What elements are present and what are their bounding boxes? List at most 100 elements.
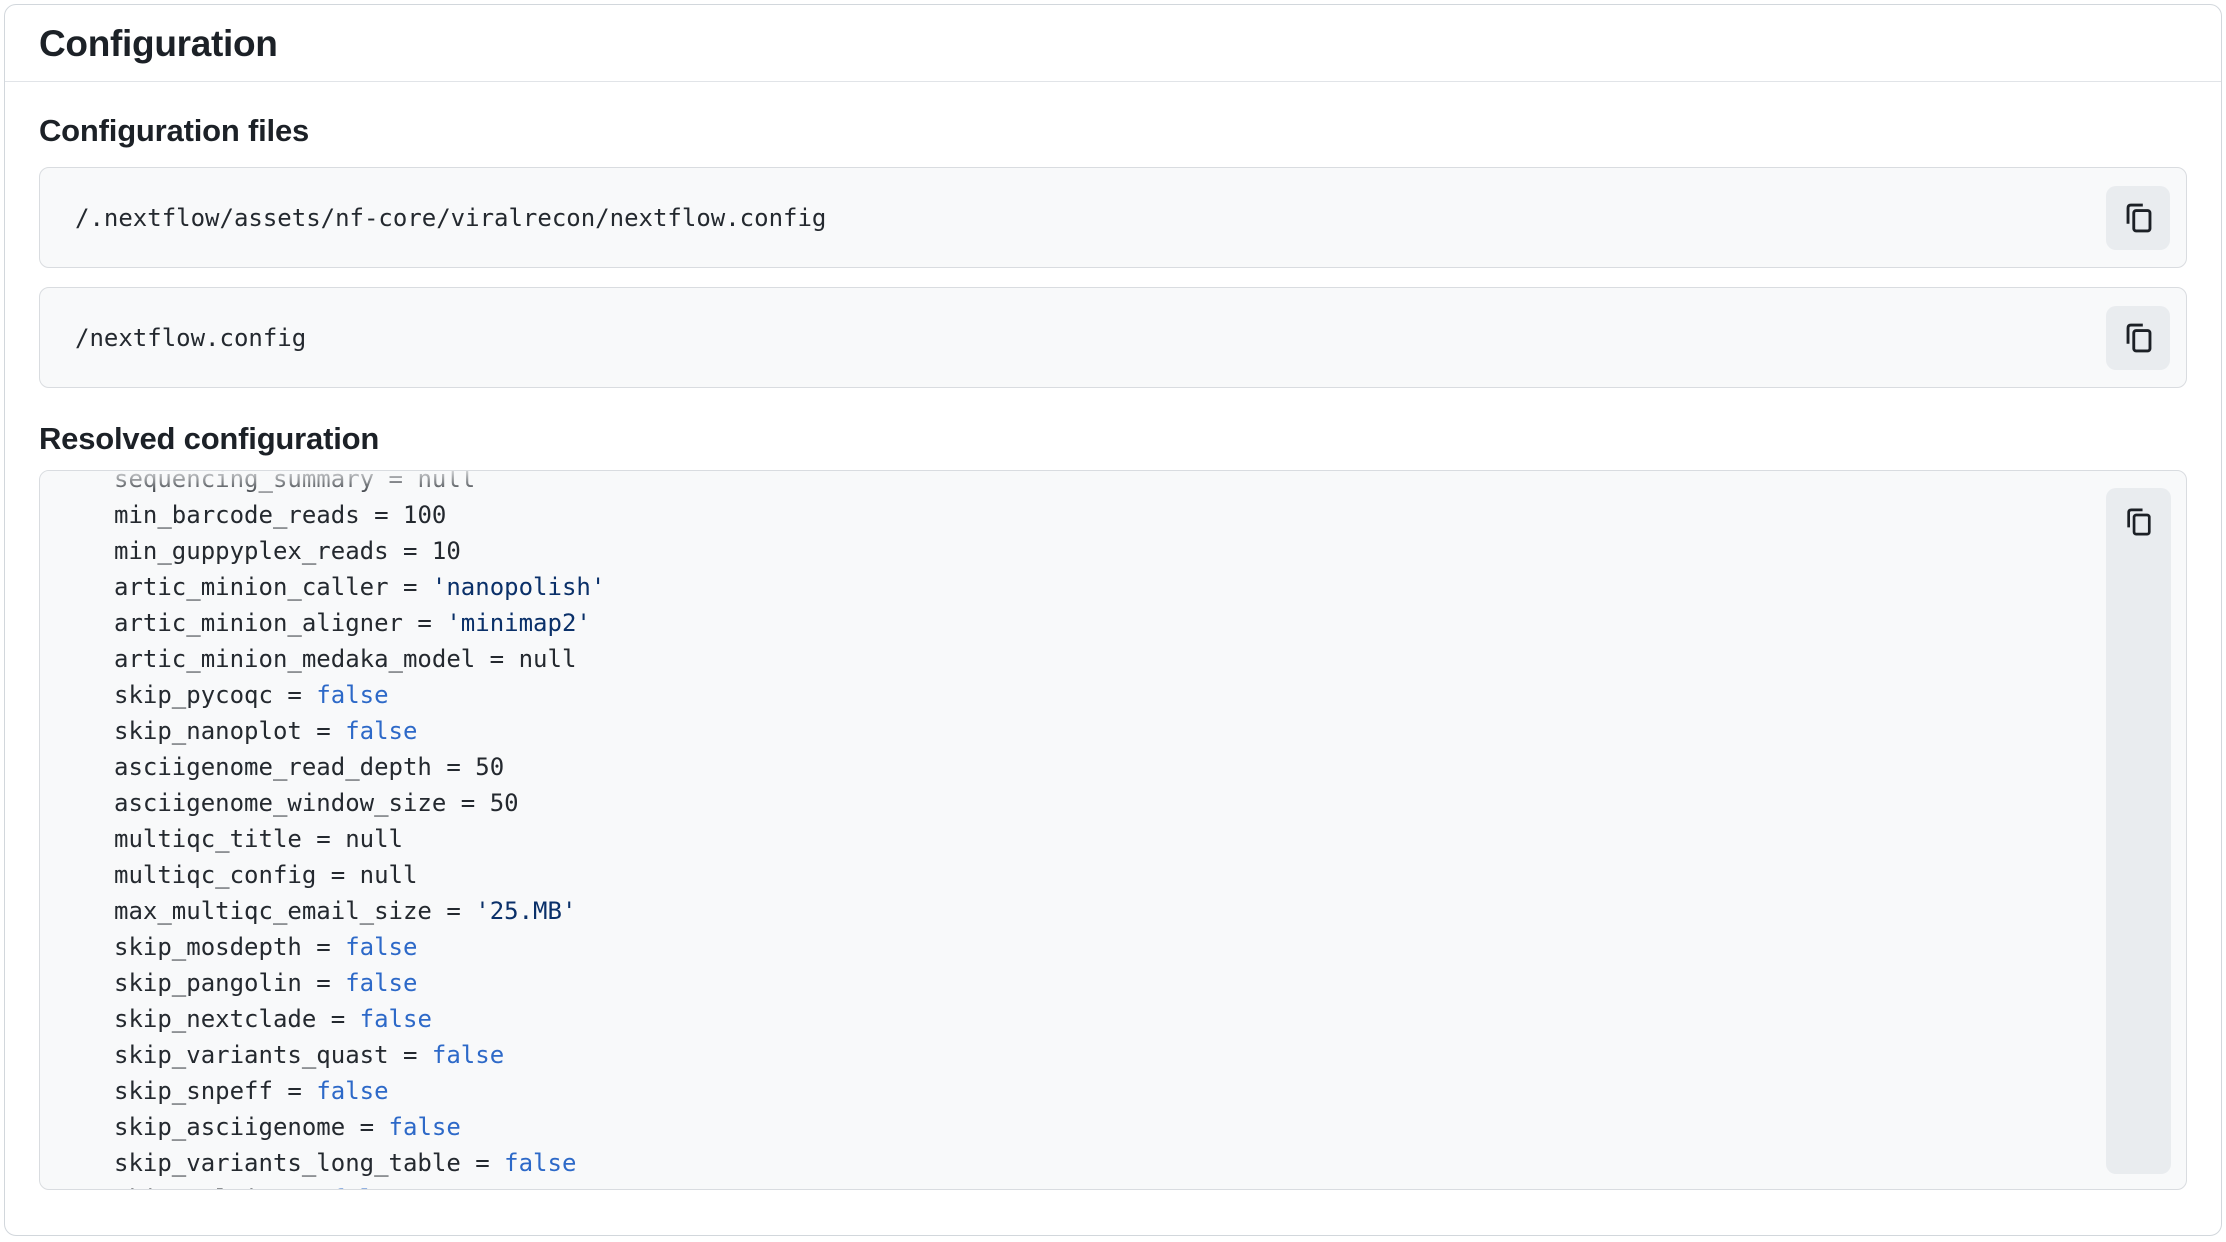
config-value: null — [417, 471, 475, 493]
assignment-operator: = — [432, 897, 475, 925]
config-value: null — [360, 861, 418, 889]
assignment-operator: = — [374, 471, 417, 493]
assignment-operator: = — [316, 1005, 359, 1033]
copy-icon — [2122, 320, 2155, 356]
config-value: null — [519, 645, 577, 673]
resolved-config-heading: Resolved configuration — [39, 420, 2187, 458]
config-key: skip_snpeff — [114, 1077, 273, 1105]
config-value: false — [432, 1041, 504, 1069]
assignment-operator: = — [461, 1149, 504, 1177]
assignment-operator: = — [475, 645, 518, 673]
config-key: skip_pycoqc — [114, 681, 273, 709]
assignment-operator: = — [287, 1185, 330, 1189]
copy-icon — [2123, 505, 2154, 539]
config-value: false — [360, 1005, 432, 1033]
config-key: min_barcode_reads — [114, 501, 360, 529]
resolved-config-block: sequencing_summary = nullmin_barcode_rea… — [39, 470, 2187, 1190]
assignment-operator: = — [360, 501, 403, 529]
config-key: skip_multiqc — [114, 1185, 287, 1189]
config-value: false — [504, 1149, 576, 1177]
config-key: max_multiqc_email_size — [114, 897, 432, 925]
config-key: artic_minion_aligner — [114, 609, 403, 637]
config-line: skip_pycoqc = false — [114, 677, 2076, 713]
copy-icon — [2122, 200, 2155, 236]
config-value: 50 — [475, 753, 504, 781]
config-value: false — [389, 1113, 461, 1141]
configuration-card: Configuration Configuration files /.next… — [4, 4, 2222, 1236]
config-key: skip_asciigenome — [114, 1113, 345, 1141]
config-line: artic_minion_medaka_model = null — [114, 641, 2076, 677]
assignment-operator: = — [389, 1041, 432, 1069]
config-value: 'minimap2' — [446, 609, 591, 637]
config-value: false — [345, 717, 417, 745]
config-file-path: /.nextflow/assets/nf-core/viralrecon/nex… — [75, 204, 2106, 232]
config-line: skip_nanoplot = false — [114, 713, 2076, 749]
config-key: multiqc_title — [114, 825, 302, 853]
config-line: asciigenome_read_depth = 50 — [114, 749, 2076, 785]
card-header: Configuration — [5, 5, 2221, 82]
config-key: skip_pangolin — [114, 969, 302, 997]
assignment-operator: = — [302, 717, 345, 745]
config-value: false — [345, 969, 417, 997]
config-value: '25.MB' — [475, 897, 576, 925]
config-line: skip_variants_quast = false — [114, 1037, 2076, 1073]
config-key: multiqc_config — [114, 861, 316, 889]
config-value: false — [316, 681, 388, 709]
assignment-operator: = — [446, 789, 489, 817]
config-file-list: /.nextflow/assets/nf-core/viralrecon/nex… — [39, 167, 2187, 388]
config-value: null — [345, 825, 403, 853]
config-value: 10 — [432, 537, 461, 565]
config-key: skip_variants_long_table — [114, 1149, 461, 1177]
copy-file-path-button[interactable] — [2106, 186, 2170, 250]
assignment-operator: = — [302, 969, 345, 997]
config-key: skip_nanoplot — [114, 717, 302, 745]
config-key: artic_minion_medaka_model — [114, 645, 475, 673]
config-files-heading: Configuration files — [39, 112, 2187, 150]
config-key: sequencing_summary — [114, 471, 374, 493]
config-line: sequencing_summary = null — [114, 471, 2076, 497]
config-key: asciigenome_window_size — [114, 789, 446, 817]
config-file-box: /nextflow.config — [39, 287, 2187, 388]
assignment-operator: = — [316, 861, 359, 889]
card-body: Configuration files /.nextflow/assets/nf… — [5, 82, 2221, 1190]
page-title: Configuration — [39, 23, 278, 65]
config-line: skip_mosdepth = false — [114, 929, 2076, 965]
config-line: skip_pangolin = false — [114, 965, 2076, 1001]
config-line: skip_asciigenome = false — [114, 1109, 2076, 1145]
config-line: asciigenome_window_size = 50 — [114, 785, 2076, 821]
assignment-operator: = — [273, 1077, 316, 1105]
config-line: multiqc_config = null — [114, 857, 2076, 893]
config-line: multiqc_title = null — [114, 821, 2076, 857]
config-line: artic_minion_caller = 'nanopolish' — [114, 569, 2076, 605]
assignment-operator: = — [302, 825, 345, 853]
copy-resolved-config-button[interactable] — [2106, 488, 2171, 1174]
assignment-operator: = — [302, 933, 345, 961]
config-value: false — [316, 1077, 388, 1105]
resolved-config-scroll-area[interactable]: sequencing_summary = nullmin_barcode_rea… — [40, 471, 2186, 1189]
config-line: min_barcode_reads = 100 — [114, 497, 2076, 533]
config-key: skip_variants_quast — [114, 1041, 389, 1069]
config-line: skip_multiqc = false — [114, 1181, 2076, 1189]
config-value: 100 — [403, 501, 446, 529]
config-line: skip_snpeff = false — [114, 1073, 2076, 1109]
copy-file-path-button[interactable] — [2106, 306, 2170, 370]
config-value: 50 — [490, 789, 519, 817]
config-key: artic_minion_caller — [114, 573, 389, 601]
config-value: false — [331, 1185, 403, 1189]
config-line: max_multiqc_email_size = '25.MB' — [114, 893, 2076, 929]
config-key: asciigenome_read_depth — [114, 753, 432, 781]
config-line: skip_nextclade = false — [114, 1001, 2076, 1037]
config-line: artic_minion_aligner = 'minimap2' — [114, 605, 2076, 641]
config-value: false — [345, 933, 417, 961]
assignment-operator: = — [403, 609, 446, 637]
config-key: min_guppyplex_reads — [114, 537, 389, 565]
assignment-operator: = — [432, 753, 475, 781]
config-file-box: /.nextflow/assets/nf-core/viralrecon/nex… — [39, 167, 2187, 268]
assignment-operator: = — [273, 681, 316, 709]
config-file-path: /nextflow.config — [75, 324, 2106, 352]
config-key: skip_mosdepth — [114, 933, 302, 961]
assignment-operator: = — [389, 573, 432, 601]
assignment-operator: = — [345, 1113, 388, 1141]
config-line: skip_variants_long_table = false — [114, 1145, 2076, 1181]
assignment-operator: = — [389, 537, 432, 565]
